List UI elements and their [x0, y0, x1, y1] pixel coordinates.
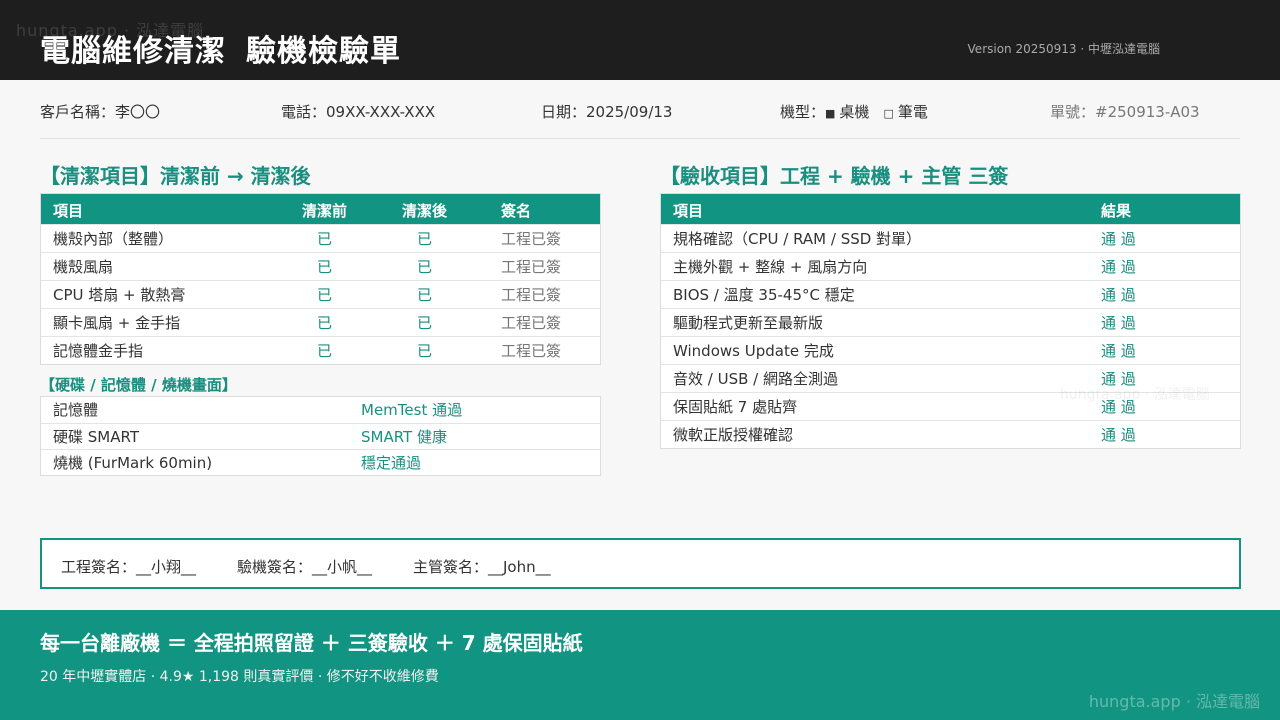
- cell-item: 機殼內部（整體）: [53, 230, 174, 248]
- checkbox-checked-icon: ■: [825, 107, 836, 120]
- col-sign: 簽名: [501, 202, 532, 220]
- page-title: 電腦維修清潔 驗機檢驗單: [40, 26, 401, 70]
- checkbox-unchecked-icon: □: [883, 107, 894, 120]
- cell-item: 保固貼紙 7 處貼齊: [673, 398, 798, 416]
- cell-item: 主機外觀 + 整線 + 風扇方向: [673, 258, 868, 276]
- cell-item: 驅動程式更新至最新版: [673, 314, 824, 332]
- model-laptop: 筆電: [897, 103, 928, 121]
- table-row: CPU 塔扇 + 散熱膏 已 已 工程已簽: [41, 280, 600, 308]
- cell-item: 記憶體金手指: [53, 342, 144, 360]
- table-row: 記憶體金手指 已 已 工程已簽: [41, 336, 600, 364]
- cell-after: 已: [417, 314, 433, 332]
- cell-item: BIOS / 溫度 35-45°C 穩定: [673, 286, 855, 304]
- hardware-table: 記憶體 MemTest 通過 硬碟 SMART SMART 健康 燒機 (Fur…: [40, 396, 601, 476]
- col-item: 項目: [53, 202, 84, 220]
- cell-after: 已: [417, 342, 433, 360]
- cell-before: 已: [317, 314, 333, 332]
- hardware-section-title: 【硬碟 / 記憶體 / 燒機畫面】: [40, 376, 237, 394]
- manager-signature: 主管簽名：__John__: [413, 558, 551, 576]
- col-before: 清潔前: [302, 202, 348, 220]
- model-label: 機型：: [780, 103, 826, 121]
- cell-item: 規格確認（CPU / RAM / SSD 對單）: [673, 230, 922, 248]
- acceptance-table-header: 項目 結果: [661, 194, 1240, 224]
- col-item: 項目: [673, 202, 704, 220]
- cell-before: 已: [317, 342, 333, 360]
- watermark-bottom: hungta.app · 泓達電腦: [1088, 692, 1260, 711]
- cell-item: 音效 / USB / 網路全測過: [673, 370, 838, 388]
- table-row: 顯卡風扇 + 金手指 已 已 工程已簽: [41, 308, 600, 336]
- table-row: 記憶體 MemTest 通過: [41, 397, 600, 423]
- cell-result: 通 過: [1101, 426, 1136, 444]
- footer-slogan: 每一台離廠機 ＝ 全程拍照留證 ＋ 三簽驗收 ＋ 7 處保固貼紙: [40, 631, 583, 655]
- cell-result: 通 過: [1101, 286, 1136, 304]
- title-part1: 電腦維修清潔: [40, 34, 226, 69]
- info-divider: [40, 138, 1240, 139]
- cell-sign: 工程已簽: [501, 258, 562, 276]
- cell-result: MemTest 通過: [361, 401, 463, 419]
- table-row: 微軟正版授權確認 通 過: [661, 420, 1240, 448]
- cell-sign: 工程已簽: [501, 230, 562, 248]
- cell-sign: 工程已簽: [501, 342, 562, 360]
- table-row: 主機外觀 + 整線 + 風扇方向 通 過: [661, 252, 1240, 280]
- page-header: hungta.app · 泓達電腦 電腦維修清潔 驗機檢驗單 Version 20…: [0, 0, 1280, 80]
- cleaning-table-header: 項目 清潔前 清潔後 簽名: [41, 194, 600, 224]
- cell-item: 顯卡風扇 + 金手指: [53, 314, 181, 332]
- signature-box: 工程簽名：__小翔__ 驗機簽名：__小帆__ 主管簽名：__John__: [40, 538, 1241, 589]
- cell-result: 通 過: [1101, 258, 1136, 276]
- cleaning-section-title: 【清潔項目】清潔前 → 清潔後: [40, 164, 311, 188]
- table-row: 燒機 (FurMark 60min) 穩定通過: [41, 449, 600, 475]
- cell-before: 已: [317, 230, 333, 248]
- cell-result: 通 過: [1101, 230, 1136, 248]
- watermark-middle: hungta.app · 泓達電腦: [1060, 387, 1210, 403]
- order-number: 單號：#250913-A03: [1050, 103, 1200, 121]
- table-row: 機殼風扇 已 已 工程已簽: [41, 252, 600, 280]
- cell-item: 機殼風扇: [53, 258, 114, 276]
- cell-sign: 工程已簽: [501, 286, 562, 304]
- cell-sign: 工程已簽: [501, 314, 562, 332]
- table-row: 驅動程式更新至最新版 通 過: [661, 308, 1240, 336]
- cell-result: 穩定通過: [361, 454, 422, 472]
- cell-item: 微軟正版授權確認: [673, 426, 794, 444]
- model-type: 機型：■ 桌機 □ 筆電: [780, 101, 928, 122]
- cell-after: 已: [417, 258, 433, 276]
- table-row: BIOS / 溫度 35-45°C 穩定 通 過: [661, 280, 1240, 308]
- date: 日期：2025/09/13: [541, 103, 673, 121]
- table-row: Windows Update 完成 通 過: [661, 336, 1240, 364]
- col-result: 結果: [1101, 202, 1132, 220]
- cell-item: 硬碟 SMART: [53, 428, 139, 446]
- model-desktop: 桌機: [839, 103, 870, 121]
- acceptance-table: 項目 結果 規格確認（CPU / RAM / SSD 對單） 通 過 主機外觀 …: [660, 193, 1241, 449]
- cell-item: CPU 塔扇 + 散熱膏: [53, 286, 186, 304]
- customer-name: 客戶名稱：李〇〇: [40, 103, 161, 121]
- version-label: Version 20250913 · 中壢泓達電腦: [967, 42, 1160, 56]
- inspector-signature: 驗機簽名：__小帆__: [237, 558, 373, 576]
- cell-after: 已: [417, 286, 433, 304]
- info-row: 客戶名稱：李〇〇 電話：09XX-XXX-XXX 日期：2025/09/13 機…: [40, 101, 1240, 123]
- phone: 電話：09XX-XXX-XXX: [281, 103, 436, 121]
- cell-item: 記憶體: [53, 401, 99, 419]
- cell-before: 已: [317, 286, 333, 304]
- footer-tagline: 20 年中壢實體店 · 4.9★ 1,198 則真實評價 · 修不好不收維修費: [40, 669, 439, 685]
- acceptance-section-title: 【驗收項目】工程 + 驗機 + 主管 三簽: [660, 164, 1009, 188]
- table-row: 硬碟 SMART SMART 健康: [41, 423, 600, 449]
- engineer-signature: 工程簽名：__小翔__: [61, 558, 197, 576]
- cell-item: Windows Update 完成: [673, 342, 834, 360]
- table-row: 機殼內部（整體） 已 已 工程已簽: [41, 224, 600, 252]
- cell-after: 已: [417, 230, 433, 248]
- cell-result: 通 過: [1101, 314, 1136, 332]
- cell-result: SMART 健康: [361, 428, 447, 446]
- title-part2: 驗機檢驗單: [246, 34, 401, 69]
- col-after: 清潔後: [402, 202, 448, 220]
- cell-item: 燒機 (FurMark 60min): [53, 454, 213, 472]
- cell-before: 已: [317, 258, 333, 276]
- page-footer: 每一台離廠機 ＝ 全程拍照留證 ＋ 三簽驗收 ＋ 7 處保固貼紙 20 年中壢實…: [0, 610, 1280, 720]
- cleaning-table: 項目 清潔前 清潔後 簽名 機殼內部（整體） 已 已 工程已簽 機殼風扇 已 已…: [40, 193, 601, 365]
- cell-result: 通 過: [1101, 342, 1136, 360]
- table-row: 規格確認（CPU / RAM / SSD 對單） 通 過: [661, 224, 1240, 252]
